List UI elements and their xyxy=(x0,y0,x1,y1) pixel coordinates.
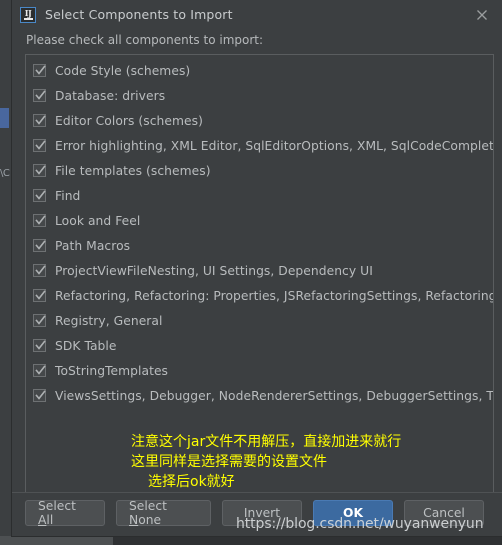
list-item[interactable]: Registry, General xyxy=(26,308,493,333)
checkbox-icon[interactable] xyxy=(33,114,46,127)
list-item[interactable]: Refactoring, Refactoring: Properties, JS… xyxy=(26,283,493,308)
list-item-label: Refactoring, Refactoring: Properties, JS… xyxy=(55,288,493,303)
background-window-selected-item[interactable] xyxy=(0,108,9,128)
dialog-titlebar: IJ Select Components to Import xyxy=(12,0,502,29)
intellij-idea-icon-bar xyxy=(23,18,33,20)
checkbox-icon[interactable] xyxy=(33,264,46,277)
dialog-instruction: Please check all components to import: xyxy=(26,33,264,47)
invert-button[interactable]: Invert xyxy=(222,499,302,526)
invert-label: Invert xyxy=(243,505,281,520)
list-item-label: Editor Colors (schemes) xyxy=(55,113,203,128)
background-window-bottom-edge xyxy=(0,536,113,545)
select-components-dialog: IJ Select Components to Import Please ch… xyxy=(11,0,502,537)
dialog-title: Select Components to Import xyxy=(45,7,233,22)
list-item-label: File templates (schemes) xyxy=(55,163,211,178)
list-item-label: Look and Feel xyxy=(55,213,141,228)
select-all-label: Select All xyxy=(38,498,76,527)
components-list-inner: Code Style (schemes) Database: drivers Edi… xyxy=(26,55,493,408)
list-item-label: ViewsSettings, Debugger, NodeRendererSet… xyxy=(55,388,493,403)
checkbox-icon[interactable] xyxy=(33,139,46,152)
background-window-edge[interactable]: \C xyxy=(0,0,11,545)
dialog-button-bar: Select All Select None Invert OK Cancel xyxy=(12,492,502,536)
list-item[interactable]: Database: drivers xyxy=(26,83,493,108)
list-item[interactable]: Code Style (schemes) xyxy=(26,58,493,83)
list-item-label: ToStringTemplates xyxy=(55,363,169,378)
checkbox-icon[interactable] xyxy=(33,239,46,252)
select-none-label: Select None xyxy=(129,498,167,527)
list-item[interactable]: Find xyxy=(26,183,493,208)
list-item[interactable]: Editor Colors (schemes) xyxy=(26,108,493,133)
list-item-label: ProjectViewFileNesting, UI Settings, Dep… xyxy=(55,263,373,278)
intellij-idea-icon-text: IJ xyxy=(24,8,32,18)
components-list[interactable]: Code Style (schemes) Database: drivers Edi… xyxy=(25,54,494,492)
list-item[interactable]: Path Macros xyxy=(26,233,493,258)
checkbox-icon[interactable] xyxy=(33,339,46,352)
list-item[interactable]: ToStringTemplates xyxy=(26,358,493,383)
checkbox-icon[interactable] xyxy=(33,289,46,302)
select-all-button[interactable]: Select All xyxy=(25,498,105,527)
screen: \C IJ Select Components to Import Please… xyxy=(0,0,502,545)
list-item[interactable]: Error highlighting, XML Editor, SqlEdito… xyxy=(26,133,493,158)
background-window-text: \C xyxy=(0,168,10,179)
list-item-label: Database: drivers xyxy=(55,88,166,103)
list-item-label: Registry, General xyxy=(55,313,163,328)
list-item[interactable]: ViewsSettings, Debugger, NodeRendererSet… xyxy=(26,383,493,408)
checkbox-icon[interactable] xyxy=(33,189,46,202)
list-item-label: Error highlighting, XML Editor, SqlEdito… xyxy=(55,138,493,153)
list-item[interactable]: ProjectViewFileNesting, UI Settings, Dep… xyxy=(26,258,493,283)
intellij-idea-icon: IJ xyxy=(20,6,36,23)
list-item-label: Path Macros xyxy=(55,238,131,253)
checkbox-icon[interactable] xyxy=(33,364,46,377)
list-item-label: SDK Table xyxy=(55,338,117,353)
checkbox-icon[interactable] xyxy=(33,89,46,102)
cancel-button[interactable]: Cancel xyxy=(404,499,484,526)
list-item-label: Code Style (schemes) xyxy=(55,63,191,78)
list-item[interactable]: File templates (schemes) xyxy=(26,158,493,183)
cancel-label: Cancel xyxy=(423,505,465,520)
list-item[interactable]: Look and Feel xyxy=(26,208,493,233)
list-item[interactable]: SDK Table xyxy=(26,333,493,358)
checkbox-icon[interactable] xyxy=(33,314,46,327)
ok-label: OK xyxy=(343,505,363,520)
select-none-button[interactable]: Select None xyxy=(116,498,211,527)
checkbox-icon[interactable] xyxy=(33,214,46,227)
checkbox-icon[interactable] xyxy=(33,389,46,402)
close-icon[interactable] xyxy=(474,7,490,23)
ok-button[interactable]: OK xyxy=(313,499,393,526)
checkbox-icon[interactable] xyxy=(33,64,46,77)
list-item-label: Find xyxy=(55,188,81,203)
checkbox-icon[interactable] xyxy=(33,164,46,177)
